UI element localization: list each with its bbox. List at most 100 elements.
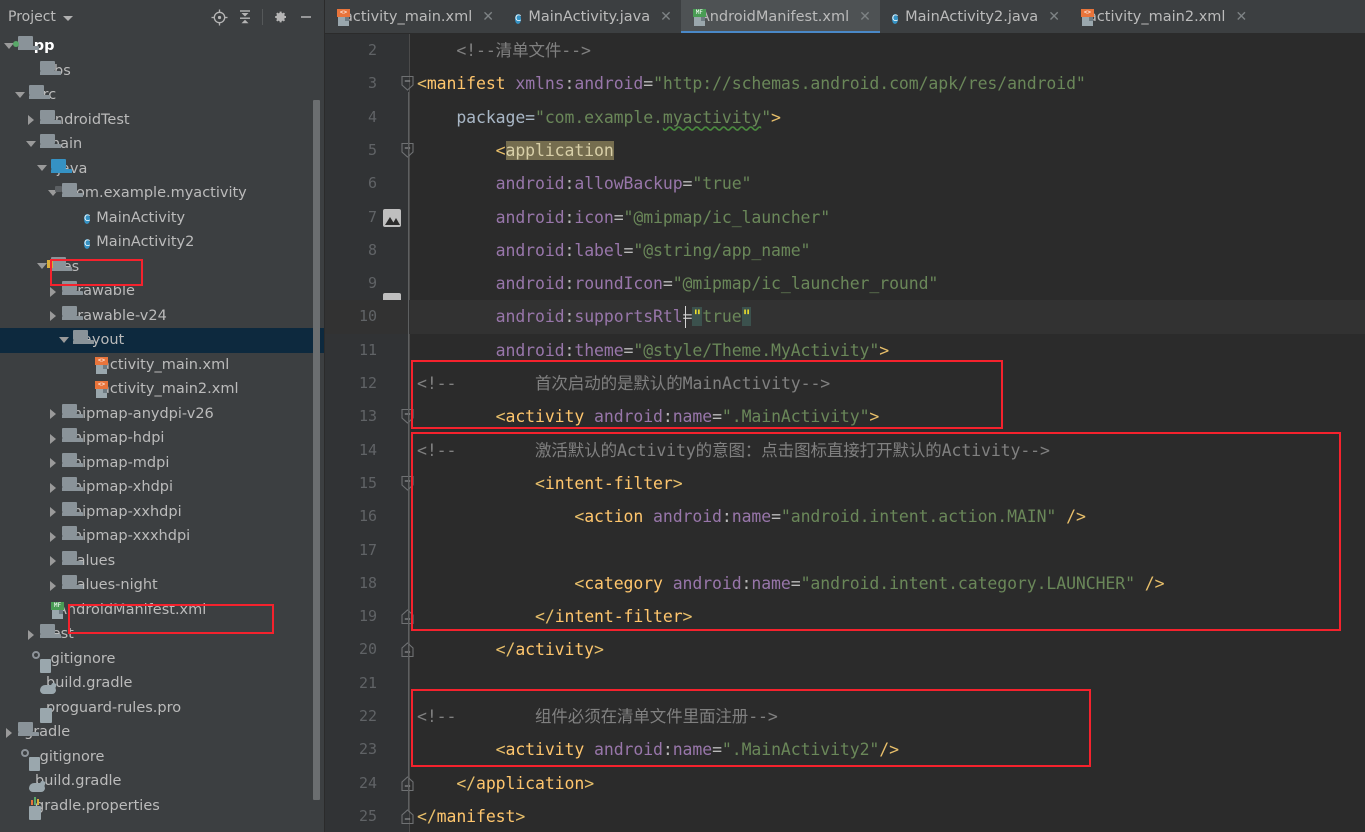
project-tree-scrollbar[interactable] [313,100,320,800]
chevron-down-icon[interactable] [62,16,73,21]
tree-item-build-gradle[interactable]: build.gradle [0,671,325,696]
class-icon: C [84,238,91,249]
tree-item-com-example-myactivity[interactable]: com.example.myactivity [0,181,325,206]
tree-item-proguard-rules-pro[interactable]: proguard-rules.pro [0,696,325,723]
tree-item-drawable[interactable]: drawable [0,279,325,304]
toolbar-divider [262,9,263,25]
chevron-right-icon[interactable] [48,531,59,542]
tree-item-label: .gitignore [35,748,105,765]
chevron-right-icon[interactable] [48,555,59,567]
chevron-down-icon[interactable] [59,335,70,346]
tree-item-androidmanifest-xml[interactable]: MF AndroidManifest.xml [0,598,325,623]
image-resource-icon[interactable] [383,208,401,227]
tree-item-gitignore[interactable]: .gitignore [0,647,325,673]
code-editor[interactable]: 2 <!--清单文件--> 3 <manifest xmlns:android="h… [325,34,1365,832]
chevron-right-icon[interactable] [48,310,59,322]
line-number: 14 [358,440,377,459]
fold-guide-line [408,491,409,611]
chevron-right-icon[interactable] [48,408,59,420]
line-number: 16 [358,507,377,526]
java-class-icon: C [515,13,522,24]
tree-item-drawable-v24[interactable]: drawable-v24 [0,304,325,329]
chevron-right-icon[interactable] [26,629,37,640]
code-line: package="com.example.myactivity"> [417,107,781,127]
tree-item-androidtest[interactable]: androidTest [0,108,325,133]
project-panel-title[interactable]: Project [8,9,56,25]
line-number: 13 [358,407,377,426]
project-file-tree[interactable]: applibssrcandroidTestmainjava com.example… [0,34,325,832]
tree-item-build-gradle[interactable]: build.gradle [0,769,325,794]
locate-target-icon[interactable] [206,4,232,30]
tab-mainactivity-java[interactable]: C MainActivity.java ✕ [503,0,681,34]
tree-item-values-night[interactable]: values-night [0,573,325,598]
tree-item-libs[interactable]: libs [0,59,325,84]
tree-item-values[interactable]: values [0,549,325,574]
chevron-right-icon[interactable] [48,286,59,297]
code-line: <!-- 首次启动的是默认的MainActivity--> [417,374,831,393]
tree-item-label: activity_main.xml [101,356,230,373]
tree-item-mipmap-mdpi[interactable]: mipmap-mdpi [0,451,325,476]
fold-collapse-icon[interactable] [401,76,416,92]
tab-activity-main-xml[interactable]: <> activity_main.xml ✕ [325,0,503,34]
tree-item-activity-main-xml[interactable]: <> activity_main.xml [0,353,325,378]
tree-item-mipmap-xhdpi[interactable]: mipmap-xhdpi [0,475,325,500]
chevron-right-icon[interactable] [48,506,59,518]
tab-androidmanifest-xml[interactable]: MF AndroidManifest.xml ✕ [680,0,880,34]
tree-item-gitignore[interactable]: .gitignore [0,745,325,771]
code-line: </intent-filter> [535,607,693,627]
line-number: 17 [358,540,377,559]
tree-item-mipmap-xxxhdpi[interactable]: mipmap-xxxhdpi [0,524,325,549]
chevron-right-icon[interactable] [48,580,59,591]
line-number: 21 [358,673,377,692]
tree-item-app[interactable]: app [0,34,325,59]
tab-mainactivity2-java[interactable]: C MainActivity2.java ✕ [880,0,1069,34]
chevron-right-icon[interactable] [48,457,59,469]
tree-item-gradle[interactable]: gradle [0,720,325,745]
tree-item-test[interactable]: test [0,622,325,647]
tree-item-mipmap-xxhdpi[interactable]: mipmap-xxhdpi [0,500,325,525]
tree-item-label: gradle.properties [35,797,160,814]
chevron-right-icon[interactable] [48,433,59,444]
project-toolbar-buttons [206,4,325,30]
tab-close-icon[interactable]: ✕ [482,9,494,25]
tree-item-gradle-properties[interactable]: gradle.properties [0,794,325,820]
code-line: </manifest> [417,806,526,826]
tree-item-mainactivity[interactable]: C MainActivity [0,206,325,231]
settings-gear-icon[interactable] [267,4,293,30]
tree-item-mainactivity2[interactable]: C MainActivity2 [0,230,325,255]
tree-item-activity-main2-xml[interactable]: <> activity_main2.xml [0,377,325,402]
tree-item-mipmap-hdpi[interactable]: mipmap-hdpi [0,426,325,451]
tab-close-icon[interactable]: ✕ [859,9,871,25]
chevron-right-icon[interactable] [26,114,37,126]
collapse-all-icon[interactable] [232,4,258,30]
tree-item-java[interactable]: java [0,157,325,182]
tab-activity-main2-xml[interactable]: <> activity_main2.xml ✕ [1069,0,1256,34]
chevron-right-icon[interactable] [48,482,59,493]
code-line: <action android:name="android.intent.act… [574,507,1086,527]
tree-item-layout[interactable]: layout [0,328,325,353]
tab-close-icon[interactable]: ✕ [660,9,672,25]
tab-label: activity_main2.xml [1087,9,1226,25]
tab-close-icon[interactable]: ✕ [1048,9,1060,25]
fold-end-icon[interactable] [401,809,416,825]
tree-item-main[interactable]: main [0,132,325,157]
hide-panel-icon[interactable] [293,4,319,30]
code-line: </application> [456,773,595,793]
line-number: 19 [358,607,377,626]
tree-item-label: mipmap-xxhdpi [68,503,182,520]
code-line: <intent-filter> [535,473,683,493]
chevron-down-icon[interactable] [15,90,26,101]
tree-item-res[interactable]: res [0,255,325,280]
tab-close-icon[interactable]: ✕ [1235,9,1247,25]
tab-label: activity_main.xml [344,9,473,25]
line-number: 2 [367,41,377,59]
chevron-down-icon[interactable] [26,139,37,150]
java-class-icon: C [891,13,899,24]
chevron-down-icon[interactable] [37,163,48,174]
tree-item-mipmap-anydpi-v26[interactable]: mipmap-anydpi-v26 [0,402,325,427]
chevron-right-icon[interactable] [4,727,15,738]
tree-item-src[interactable]: src [0,83,325,108]
